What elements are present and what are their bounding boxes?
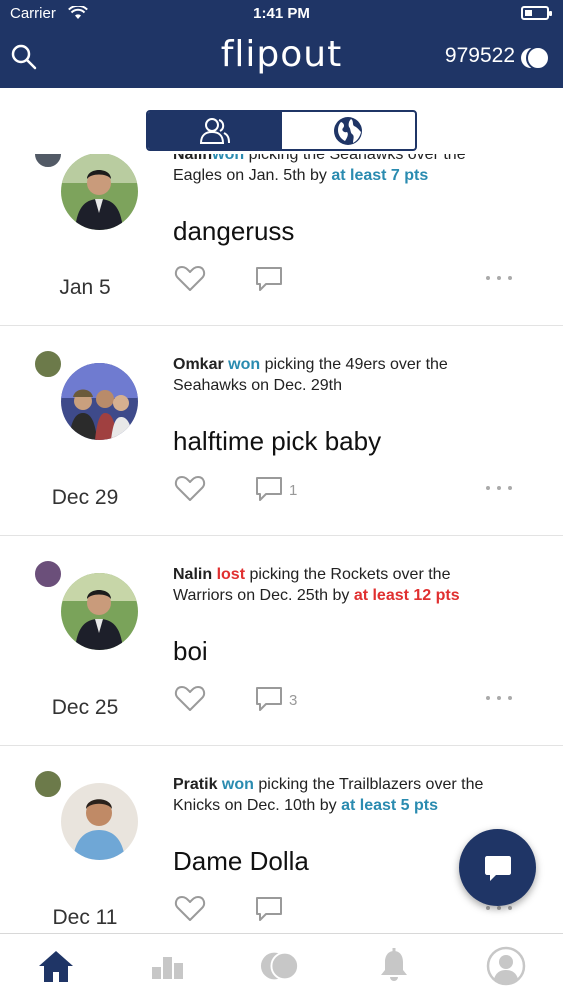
post-username[interactable]: Pratik (173, 776, 217, 793)
status-bar: Carrier 1:41 PM (0, 0, 563, 28)
post-margin: at least 12 pts (353, 587, 460, 604)
post-date: Dec 11 (52, 906, 118, 929)
post-caption: halftime pick baby (173, 426, 382, 456)
comment-icon[interactable] (254, 474, 284, 504)
avatar[interactable] (61, 783, 138, 860)
leaderboard-icon (152, 957, 183, 979)
post-margin: at least 5 pts (341, 797, 439, 814)
post-date: Jan 5 (59, 276, 111, 299)
heart-icon[interactable] (174, 263, 206, 293)
post-summary: Omkar won picking the 49ers over the Seah… (173, 356, 448, 394)
post-summary: Nalinwon picking the Seahawks over the Ea… (173, 154, 523, 186)
tab-home[interactable] (36, 946, 76, 986)
new-post-button[interactable] (459, 829, 536, 906)
battery-icon (521, 6, 552, 20)
comment-count: 3 (289, 692, 298, 709)
global-tab[interactable] (282, 112, 416, 149)
friends-icon (199, 117, 230, 144)
feed-scope-toggle (146, 110, 417, 151)
status-time: 1:41 PM (253, 5, 310, 22)
nav-bar: flipout 979522 (0, 34, 563, 80)
avatar[interactable] (61, 154, 138, 230)
feed-post: Nalin lost picking the Rockets over the W… (0, 536, 563, 746)
team-mini-avatar[interactable] (34, 560, 62, 588)
post-summary: Nalin lost picking the Rockets over the W… (173, 566, 460, 604)
post-date: Dec 25 (51, 696, 119, 719)
tab-bar (0, 933, 563, 1000)
friends-tab[interactable] (148, 112, 282, 149)
avatar[interactable] (61, 573, 138, 650)
more-options-icon[interactable] (484, 274, 514, 282)
team-mini-avatar[interactable] (34, 154, 62, 168)
post-result: lost (216, 566, 246, 583)
post-caption: Dame Dolla (173, 846, 309, 876)
feed-post: Nalinwon picking the Seahawks over the Ea… (0, 154, 563, 326)
team-mini-avatar[interactable] (34, 770, 62, 798)
feed-post: Omkar won picking the 49ers over the Seah… (0, 326, 563, 536)
post-username[interactable]: Nalin (173, 566, 212, 583)
feed-list: Nalinwon picking the Seahawks over the Ea… (0, 154, 563, 933)
avatar[interactable] (61, 363, 138, 440)
app-header: Carrier 1:41 PM flipout 979522 (0, 0, 563, 88)
post-result: won (228, 356, 261, 373)
more-options-icon[interactable] (484, 484, 514, 492)
comment-icon[interactable] (254, 264, 284, 294)
post-margin: at least 7 pts (331, 167, 429, 184)
post-username[interactable]: Nalin (173, 154, 212, 163)
comment-icon[interactable] (254, 894, 284, 924)
post-summary: Pratik won picking the Trailblazers over… (173, 776, 484, 814)
heart-icon[interactable] (174, 893, 206, 923)
home-icon (39, 951, 73, 982)
team-mini-avatar[interactable] (34, 350, 62, 378)
tab-profile[interactable] (486, 946, 526, 986)
comment-icon[interactable] (254, 684, 284, 714)
post-caption: boi (173, 636, 208, 666)
heart-icon[interactable] (174, 473, 206, 503)
heart-icon[interactable] (174, 683, 206, 713)
chat-bubble-icon (484, 855, 511, 881)
post-username[interactable]: Omkar (173, 356, 224, 373)
coins-icon[interactable] (520, 43, 550, 73)
profile-icon (486, 946, 526, 986)
globe-icon (334, 116, 363, 145)
tab-leaderboard[interactable] (148, 946, 188, 986)
more-options-icon[interactable] (484, 694, 514, 702)
bell-icon (381, 948, 407, 981)
coins-icon (260, 951, 300, 981)
tab-notifications[interactable] (374, 946, 414, 986)
post-date: Dec 29 (51, 486, 119, 509)
comment-count: 1 (289, 482, 298, 499)
post-caption: dangeruss (173, 216, 295, 246)
tab-coins[interactable] (260, 946, 300, 986)
post-result: won (212, 154, 245, 163)
post-result: won (221, 776, 254, 793)
coin-balance: 979522 (444, 44, 515, 67)
